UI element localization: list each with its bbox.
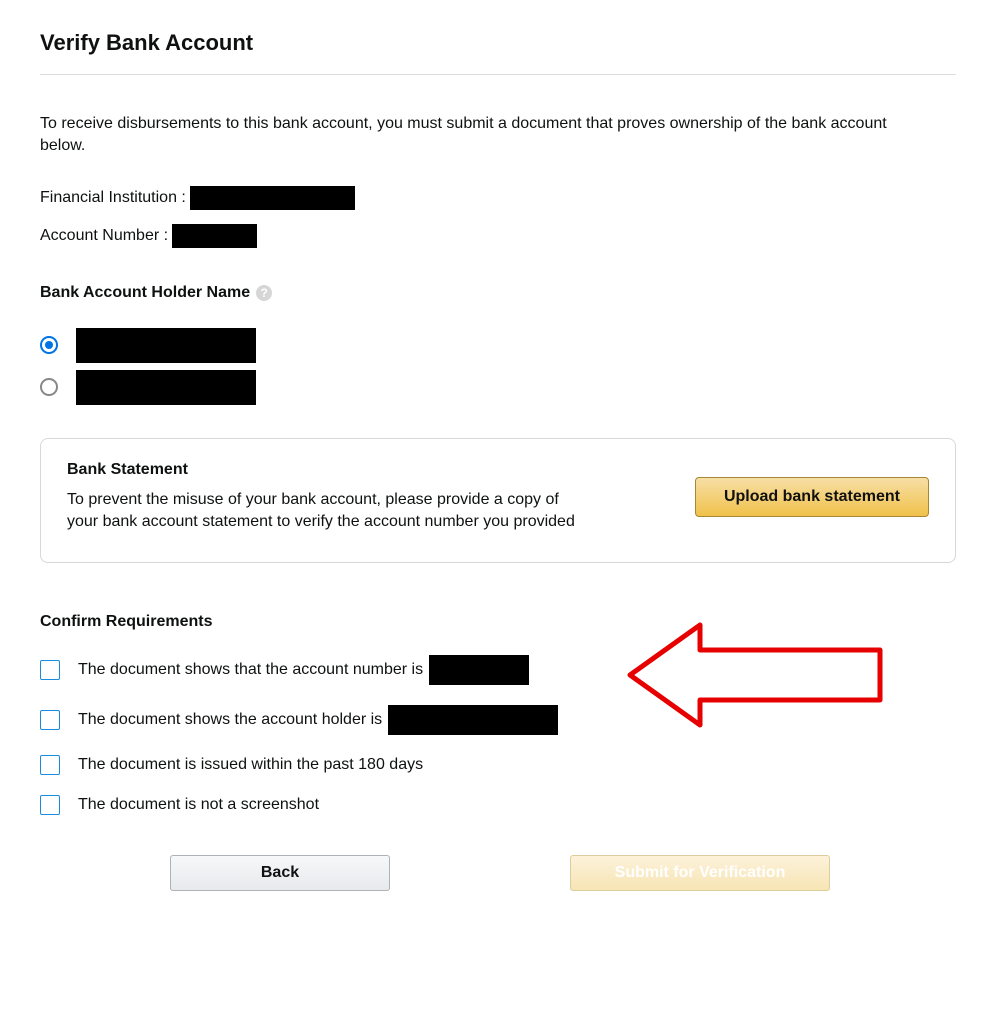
confirm-check-2-label: The document shows the account holder is [78, 705, 558, 735]
radio-dot [45, 341, 53, 349]
confirm-check-1: The document shows that the account numb… [40, 655, 956, 685]
checkbox-3[interactable] [40, 755, 60, 775]
upload-bank-statement-button[interactable]: Upload bank statement [695, 477, 929, 517]
confirm-check-3-text: The document is issued within the past 1… [78, 756, 423, 774]
submit-verification-button[interactable]: Submit for Verification [570, 855, 830, 891]
confirm-check-3: The document is issued within the past 1… [40, 755, 956, 775]
confirm-check-1-label: The document shows that the account numb… [78, 655, 529, 685]
financial-institution-label: Financial Institution : [40, 189, 186, 207]
confirm-check-4-label: The document is not a screenshot [78, 796, 319, 814]
financial-institution-value-redacted [190, 186, 355, 210]
checkbox-2[interactable] [40, 710, 60, 730]
account-number-label: Account Number : [40, 227, 168, 245]
confirm-check-4: The document is not a screenshot [40, 795, 956, 815]
bank-statement-desc: To prevent the misuse of your bank accou… [67, 489, 587, 532]
holder-heading: Bank Account Holder Name ? [40, 284, 956, 302]
confirm-check-3-label: The document is issued within the past 1… [78, 756, 423, 774]
financial-institution-row: Financial Institution : [40, 186, 956, 210]
bank-statement-card: Bank Statement To prevent the misuse of … [40, 438, 956, 563]
holder-radio-group [40, 326, 956, 406]
confirm-check-2: The document shows the account holder is [40, 705, 956, 735]
checkbox-4[interactable] [40, 795, 60, 815]
intro-text: To receive disbursements to this bank ac… [40, 113, 910, 156]
account-number-row: Account Number : [40, 224, 956, 248]
confirm-check-1-redacted [429, 655, 529, 685]
holder-heading-text: Bank Account Holder Name [40, 284, 250, 302]
divider [40, 74, 956, 75]
confirm-check-4-text: The document is not a screenshot [78, 796, 319, 814]
confirm-requirements-heading: Confirm Requirements [40, 613, 956, 631]
holder-option-1-redacted [76, 328, 256, 363]
checkbox-1[interactable] [40, 660, 60, 680]
radio-icon-unselected[interactable] [40, 378, 58, 396]
confirm-check-1-text: The document shows that the account numb… [78, 661, 423, 679]
footer-buttons: Back Submit for Verification [170, 855, 956, 891]
confirm-check-2-text: The document shows the account holder is [78, 711, 382, 729]
help-icon[interactable]: ? [256, 285, 272, 301]
radio-icon-selected[interactable] [40, 336, 58, 354]
account-number-value-redacted [172, 224, 257, 248]
holder-radio-option-2[interactable] [40, 368, 956, 406]
bank-statement-text: Bank Statement To prevent the misuse of … [67, 461, 587, 532]
back-button[interactable]: Back [170, 855, 390, 891]
confirm-check-2-redacted [388, 705, 558, 735]
bank-statement-title: Bank Statement [67, 461, 587, 479]
holder-option-2-redacted [76, 370, 256, 405]
page-title: Verify Bank Account [40, 30, 956, 56]
holder-radio-option-1[interactable] [40, 326, 956, 364]
